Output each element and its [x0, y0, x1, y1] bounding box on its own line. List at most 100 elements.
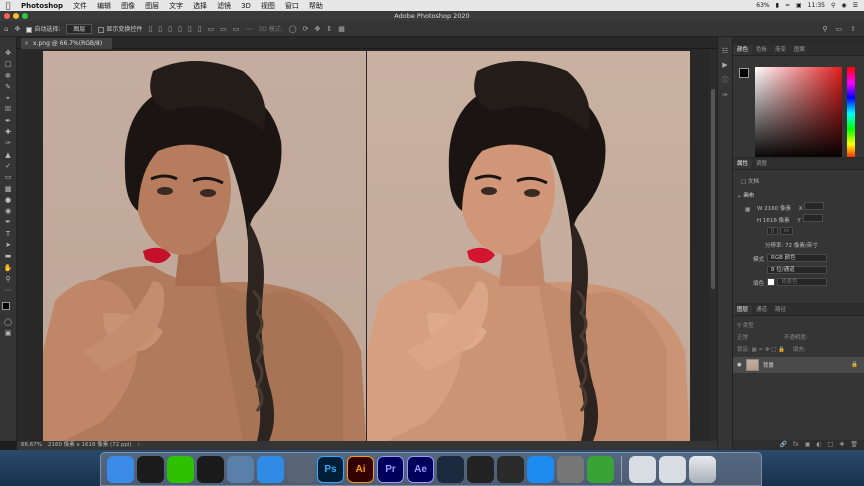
canvas-orientation-icon[interactable]: ▦	[745, 207, 750, 213]
layer-row-background[interactable]: ◉ 背景 🔒	[733, 357, 864, 373]
dock-documents-icon[interactable]	[659, 455, 686, 483]
hand-tool-icon[interactable]: ✋	[3, 264, 14, 272]
path-select-icon[interactable]: ➤	[3, 241, 14, 249]
share-icon[interactable]: ⇧	[850, 25, 856, 33]
info-panel-icon[interactable]: ⓘ	[722, 75, 729, 85]
apple-icon[interactable]: 	[0, 1, 16, 10]
tab-adjustments[interactable]: 调整	[752, 159, 771, 169]
more-tools-icon[interactable]: ⋯	[3, 286, 14, 294]
x-field[interactable]	[804, 202, 825, 210]
menu-type[interactable]: 文字	[164, 1, 188, 11]
dock-davinci-icon[interactable]	[497, 455, 524, 483]
dock-downloads-icon[interactable]	[629, 455, 656, 483]
status-arrow-icon[interactable]: ›	[138, 441, 140, 450]
adjustment-layer-icon[interactable]: ◐	[816, 440, 821, 450]
link-layers-icon[interactable]: 🔗	[780, 440, 787, 450]
foreground-swatch[interactable]	[739, 68, 749, 78]
move-tool-icon[interactable]: ✥	[3, 49, 14, 57]
menu-layer[interactable]: 图层	[140, 1, 164, 11]
distribute-icon-2[interactable]: ▭	[220, 25, 227, 33]
tab-color[interactable]: 颜色	[733, 45, 753, 55]
tab-layers[interactable]: 图层	[733, 305, 753, 315]
3d-scale-icon[interactable]: ▦	[338, 25, 345, 33]
align-bottom-icon[interactable]: ▯	[198, 25, 202, 33]
healing-tool-icon[interactable]: ✚	[3, 128, 14, 136]
dodge-tool-icon[interactable]: ◉	[3, 207, 14, 215]
align-right-icon[interactable]: ▯	[168, 25, 172, 33]
more-options-icon[interactable]: ⋯	[245, 25, 252, 33]
dock-safari-icon[interactable]	[257, 455, 284, 483]
dock-cinema4d-icon[interactable]	[437, 455, 464, 483]
lock-icons[interactable]: ▦ ✑ ✥ □ 🔒	[752, 347, 785, 353]
menu-3d[interactable]: 3D	[236, 2, 256, 10]
home-icon[interactable]: ⌂	[4, 25, 8, 33]
zoom-window-button[interactable]	[22, 13, 28, 19]
color-swatches[interactable]	[1, 301, 15, 315]
minimize-window-button[interactable]	[13, 13, 19, 19]
search-icon[interactable]: ⚲	[831, 2, 835, 9]
screen-mode-icon[interactable]: ▣	[3, 329, 14, 337]
add-mask-icon[interactable]: ▣	[805, 440, 811, 450]
fill-swatch[interactable]	[767, 278, 775, 288]
dock-photoshop-icon[interactable]: Ps	[317, 455, 344, 483]
dock-finalcut-icon[interactable]	[467, 455, 494, 483]
pen-tool-icon[interactable]: ✒	[3, 218, 14, 226]
input-method-icon[interactable]: ▣	[796, 2, 802, 9]
menu-file[interactable]: 文件	[68, 1, 92, 11]
3d-pan-icon[interactable]: ✥	[315, 25, 321, 33]
lasso-tool-icon[interactable]: ✼	[3, 72, 14, 80]
height-field[interactable]: 1618 像素	[763, 218, 790, 224]
3d-slide-icon[interactable]: ⇕	[326, 25, 332, 33]
crop-tool-icon[interactable]: ⌖	[3, 94, 14, 102]
document-tab[interactable]: × x.png @ 66.7%(RGB/8)	[21, 38, 113, 49]
dock-preview-icon[interactable]	[227, 455, 254, 483]
dock-launchpad-icon[interactable]	[287, 455, 314, 483]
landscape-orientation-icon[interactable]: ▭	[779, 227, 793, 235]
tab-swatches[interactable]: 色板	[752, 45, 771, 55]
brush-tool-icon[interactable]: ✑	[3, 139, 14, 147]
align-middle-icon[interactable]: ▯	[188, 25, 192, 33]
gradient-tool-icon[interactable]: ▩	[3, 185, 14, 193]
close-tab-icon[interactable]: ×	[24, 38, 29, 49]
lock-icon[interactable]: 🔒	[851, 362, 858, 368]
workspace-icon[interactable]: ▭	[836, 25, 843, 33]
photo-retouched[interactable]	[367, 51, 690, 441]
tab-gradients[interactable]: 渐变	[771, 45, 790, 55]
menu-filter[interactable]: 滤镜	[212, 1, 236, 11]
dock-illustrator-icon[interactable]: Ai	[347, 455, 374, 483]
zoom-tool-icon[interactable]: ⚲	[3, 275, 14, 283]
eraser-tool-icon[interactable]: ▭	[3, 173, 14, 181]
document-size[interactable]: 2160 像素 x 1618 像素 (72 ppi)	[48, 441, 132, 450]
canvas-section[interactable]: ⌄ 画布	[737, 191, 754, 199]
menu-app[interactable]: Photoshop	[16, 2, 68, 10]
distribute-icon-3[interactable]: ▭	[233, 25, 240, 33]
menu-edit[interactable]: 编辑	[92, 1, 116, 11]
menu-view[interactable]: 视图	[256, 1, 280, 11]
auto-select-dropdown[interactable]: 图层	[66, 23, 93, 34]
dock-camtasia-icon[interactable]	[587, 455, 614, 483]
notification-icon[interactable]: ☰	[853, 2, 858, 9]
bit-depth-dropdown[interactable]: 8 位/通道	[767, 266, 827, 274]
3d-orbit-icon[interactable]: ◯	[289, 25, 297, 33]
dock-aftereffects-icon[interactable]: Ae	[407, 455, 434, 483]
stamp-tool-icon[interactable]: ▲	[3, 151, 14, 159]
layer-filter-row[interactable]: ⚲ 类型	[737, 321, 754, 329]
blend-mode-dropdown[interactable]: 正常	[737, 335, 748, 341]
tab-paths[interactable]: 路径	[771, 305, 790, 315]
visibility-eye-icon[interactable]: ◉	[737, 362, 742, 368]
quick-mask-icon[interactable]: ◯	[3, 318, 14, 326]
frame-tool-icon[interactable]: ☒	[3, 105, 14, 113]
y-field[interactable]	[802, 214, 823, 222]
zoom-level[interactable]: 66.67%	[21, 441, 42, 450]
new-group-icon[interactable]: □	[828, 440, 834, 450]
type-tool-icon[interactable]: T	[3, 230, 14, 238]
shape-tool-icon[interactable]: ▬	[3, 252, 14, 260]
menu-help[interactable]: 帮助	[304, 1, 328, 11]
portrait-orientation-icon[interactable]: ▯	[767, 227, 779, 235]
quick-select-tool-icon[interactable]: ✎	[3, 83, 14, 91]
align-left-icon[interactable]: ▯	[148, 25, 152, 33]
search-icon[interactable]: ⚲	[822, 25, 827, 33]
tab-properties[interactable]: 属性	[733, 159, 753, 169]
mode-dropdown[interactable]: RGB 颜色	[767, 254, 827, 262]
menu-select[interactable]: 选择	[188, 1, 212, 11]
